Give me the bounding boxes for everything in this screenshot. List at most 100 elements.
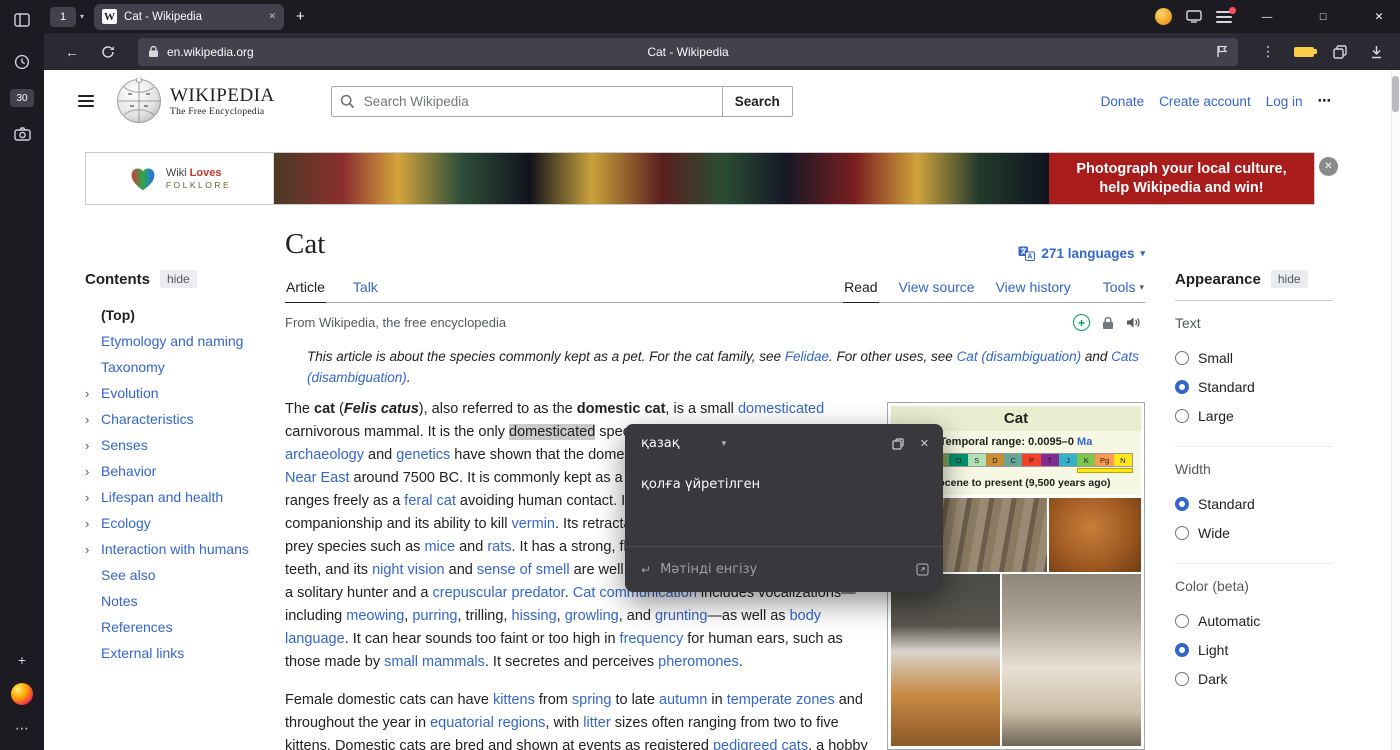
toc-item[interactable]: Etymology and naming — [85, 328, 265, 354]
tab-read[interactable]: Read — [843, 279, 878, 303]
reload-button[interactable] — [94, 39, 122, 65]
translation-input-row[interactable]: ↵ Мәтінді енгізу — [625, 546, 943, 592]
wikipedia-wordmark[interactable]: WIKIPEDIA The Free Encyclopedia — [170, 85, 275, 117]
tab-view-history[interactable]: View history — [995, 279, 1072, 302]
radio-text-large[interactable]: Large — [1175, 401, 1333, 430]
back-button[interactable]: ← — [58, 39, 86, 65]
inline-link[interactable]: litter — [583, 715, 610, 731]
banner-close-button[interactable]: ✕ — [1319, 157, 1338, 176]
history-clock-icon[interactable] — [8, 48, 36, 76]
toc-item[interactable]: See also — [85, 562, 265, 588]
inline-link[interactable]: genetics — [396, 447, 450, 463]
inline-link[interactable]: Near East — [285, 470, 349, 486]
toc-item[interactable]: References — [85, 614, 265, 640]
inline-link[interactable]: small mammals — [384, 654, 485, 670]
popup-close-button[interactable]: ✕ — [920, 437, 929, 450]
firefox-logo-icon[interactable] — [8, 680, 36, 708]
profile-avatar[interactable] — [1155, 8, 1172, 25]
inline-link[interactable]: autumn — [659, 692, 707, 708]
login-link[interactable]: Log in — [1266, 94, 1303, 109]
expand-icon[interactable] — [916, 563, 929, 576]
tab-view-source[interactable]: View source — [898, 279, 976, 302]
close-button[interactable]: ✕ — [1358, 0, 1400, 33]
toc-item[interactable]: Taxonomy — [85, 354, 265, 380]
chevron-right-icon[interactable]: › — [85, 438, 101, 453]
search-input[interactable] — [331, 86, 723, 117]
downloads-icon[interactable] — [1362, 39, 1390, 65]
inline-link[interactable]: temperate zones — [727, 692, 835, 708]
inline-link[interactable]: hissing — [512, 608, 557, 624]
chevron-right-icon[interactable]: › — [85, 386, 101, 401]
tab-counter-button[interactable]: 1 — [50, 7, 76, 27]
chevron-right-icon[interactable]: › — [85, 490, 101, 505]
inline-link[interactable]: Cat (disambiguation) — [957, 349, 1082, 364]
toc-item[interactable]: External links — [85, 640, 265, 666]
radio-icon[interactable] — [1175, 409, 1189, 423]
radio-color-automatic[interactable]: Automatic — [1175, 606, 1333, 635]
toc-item-top[interactable]: (Top) — [85, 302, 265, 328]
tab-manager-icon[interactable] — [1326, 39, 1354, 65]
inline-link[interactable]: kittens — [493, 692, 535, 708]
toc-item[interactable]: ›Characteristics — [85, 406, 265, 432]
cat-photo-siamese[interactable] — [1002, 574, 1141, 746]
toc-item[interactable]: ›Lifespan and health — [85, 484, 265, 510]
listen-audio-icon[interactable] — [1126, 316, 1141, 329]
chevron-right-icon[interactable]: › — [85, 464, 101, 479]
toc-item[interactable]: Notes — [85, 588, 265, 614]
inline-link[interactable]: predator — [512, 585, 565, 601]
radio-text-standard[interactable]: Standard — [1175, 372, 1333, 401]
page-protected-lock-icon[interactable] — [1102, 316, 1114, 330]
campaign-banner[interactable]: Wiki Loves FOLKLORE Photograph your loca… — [85, 152, 1315, 205]
app-menu-icon[interactable] — [1216, 11, 1232, 23]
radio-text-small[interactable]: Small — [1175, 343, 1333, 372]
banner-message[interactable]: Photograph your local culture, help Wiki… — [1049, 153, 1314, 204]
appearance-hide-button[interactable]: hide — [1271, 270, 1308, 288]
cat-photo-orange[interactable] — [1049, 498, 1141, 572]
page-actions-icon[interactable]: ⋮ — [1254, 39, 1282, 65]
main-menu-icon[interactable] — [78, 95, 94, 107]
new-tab-button[interactable]: + — [296, 8, 305, 25]
ma-link[interactable]: Ma — [1077, 436, 1092, 448]
toc-item[interactable]: ›Interaction with humans — [85, 536, 265, 562]
radio-icon[interactable] — [1175, 643, 1189, 657]
radio-color-light[interactable]: Light — [1175, 635, 1333, 664]
tab-list-chevron-icon[interactable]: ▾ — [80, 12, 84, 21]
create-account-link[interactable]: Create account — [1159, 94, 1251, 109]
radio-icon[interactable] — [1175, 380, 1189, 394]
inline-link[interactable]: mice — [424, 539, 455, 555]
bookmark-flag-icon[interactable] — [1216, 45, 1228, 58]
extension-badge[interactable]: 30 — [8, 84, 36, 112]
battery-extension-icon[interactable] — [1290, 39, 1318, 65]
scrollbar-thumb[interactable] — [1392, 76, 1399, 112]
minimize-button[interactable]: — — [1246, 0, 1288, 33]
inline-link[interactable]: growling — [565, 608, 619, 624]
maximize-button[interactable]: □ — [1302, 0, 1344, 33]
languages-button[interactable]: A 271 languages ▾ — [1018, 246, 1145, 261]
chevron-right-icon[interactable]: › — [85, 412, 101, 427]
inline-link[interactable]: rats — [487, 539, 511, 555]
search-button[interactable]: Search — [722, 86, 793, 117]
active-tab[interactable]: W Cat - Wikipedia ✕ — [94, 4, 284, 30]
radio-color-dark[interactable]: Dark — [1175, 664, 1333, 693]
wikipedia-logo[interactable] — [116, 78, 162, 124]
inline-link[interactable]: vermin — [511, 516, 555, 532]
radio-icon[interactable] — [1175, 351, 1189, 365]
radio-width-wide[interactable]: Wide — [1175, 518, 1333, 547]
screenshot-camera-icon[interactable] — [8, 120, 36, 148]
inline-link[interactable]: purring — [412, 608, 457, 624]
inline-link[interactable]: crepuscular — [433, 585, 508, 601]
inline-link[interactable]: Felidae — [785, 349, 829, 364]
inline-link[interactable]: equatorial regions — [430, 715, 545, 731]
inline-link[interactable]: feral cat — [404, 493, 456, 509]
sidebar-add-icon[interactable]: + — [8, 646, 36, 674]
good-article-icon[interactable]: + — [1073, 314, 1090, 331]
radio-width-standard[interactable]: Standard — [1175, 489, 1333, 518]
inline-link[interactable]: night vision — [372, 562, 445, 578]
radio-icon[interactable] — [1175, 497, 1189, 511]
url-bar[interactable]: en.wikipedia.org Cat - Wikipedia — [138, 38, 1238, 66]
radio-icon[interactable] — [1175, 672, 1189, 686]
inline-link[interactable]: pedigreed cats — [713, 738, 808, 750]
toc-item[interactable]: ›Ecology — [85, 510, 265, 536]
radio-icon[interactable] — [1175, 614, 1189, 628]
inline-link[interactable]: spring — [572, 692, 612, 708]
